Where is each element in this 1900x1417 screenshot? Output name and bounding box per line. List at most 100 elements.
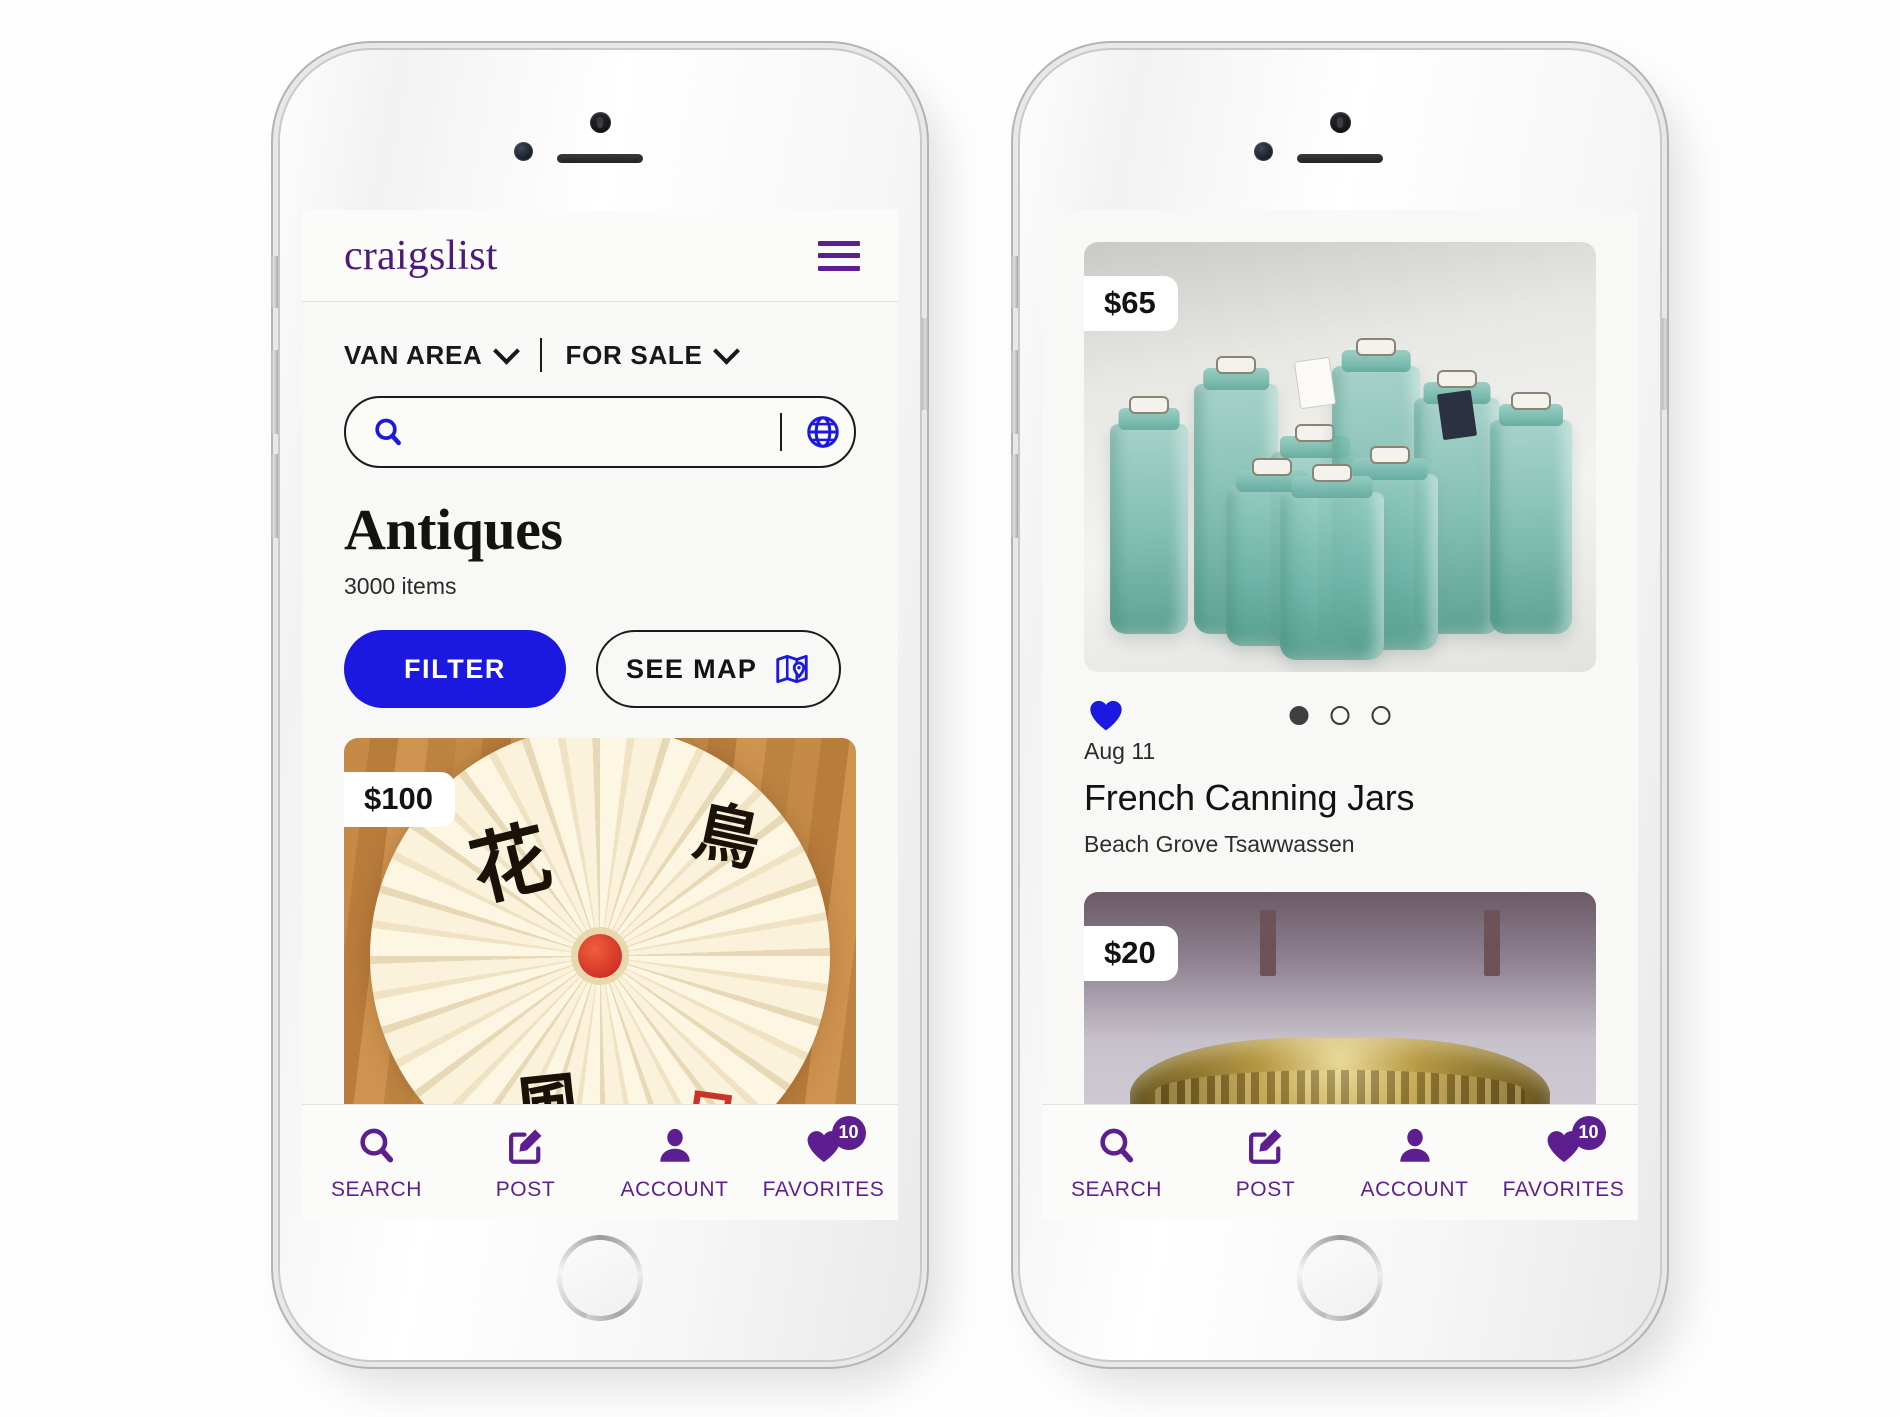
- screen-listing-index: craigslist VAN AREA FOR SALE Antiques 30…: [302, 210, 898, 1220]
- tab-search[interactable]: SEARCH: [302, 1124, 451, 1202]
- power-button[interactable]: [1662, 318, 1669, 410]
- price-tag: [1436, 389, 1478, 441]
- bottom-tab-bar: SEARCH POST ACCOUNT 10 FAVORITES: [302, 1104, 898, 1220]
- tab-search[interactable]: SEARCH: [1042, 1124, 1191, 1202]
- search-divider: [780, 413, 782, 451]
- filter-breadcrumb: VAN AREA FOR SALE: [302, 302, 898, 372]
- calligraphy-mark: 花: [462, 812, 560, 917]
- map-pin-icon: [776, 654, 809, 684]
- volume-down-button[interactable]: [1011, 454, 1018, 538]
- compose-icon: [1245, 1124, 1287, 1168]
- action-row: FILTER SEE MAP: [302, 600, 898, 708]
- listing-card[interactable]: $100 花 鳥 風 月: [344, 738, 856, 1158]
- earpiece-speaker: [1297, 154, 1383, 163]
- earpiece-speaker: [557, 154, 643, 163]
- location-selector[interactable]: VAN AREA: [344, 337, 520, 371]
- heart-icon: 10: [1542, 1115, 1606, 1168]
- tab-label: ACCOUNT: [620, 1177, 729, 1201]
- proximity-sensor-icon: [590, 112, 611, 133]
- screenshot-stage: craigslist VAN AREA FOR SALE Antiques 30…: [0, 0, 1900, 1417]
- search-input[interactable]: [404, 418, 772, 446]
- search-icon: [1096, 1124, 1138, 1168]
- hamburger-icon[interactable]: [818, 240, 860, 271]
- home-button[interactable]: [554, 1232, 646, 1324]
- carousel-dot[interactable]: [1371, 705, 1391, 725]
- price-badge: $20: [1084, 926, 1178, 981]
- front-camera-icon: [514, 142, 533, 161]
- bottom-tab-bar: SEARCH POST ACCOUNT 10 FAVORITES: [1042, 1104, 1638, 1220]
- tab-account[interactable]: ACCOUNT: [600, 1124, 749, 1202]
- power-button[interactable]: [922, 318, 929, 410]
- paper-tag: [1294, 357, 1336, 409]
- price-badge: $65: [1084, 276, 1178, 331]
- tab-label: SEARCH: [1070, 1177, 1163, 1201]
- listing-title[interactable]: French Canning Jars: [1084, 765, 1596, 819]
- front-camera-icon: [1254, 142, 1273, 161]
- home-button-face: [562, 1240, 638, 1316]
- silent-switch[interactable]: [271, 256, 278, 308]
- home-button[interactable]: [1294, 1232, 1386, 1324]
- home-button-ring: [557, 1235, 643, 1321]
- hamburger-line: [818, 265, 860, 271]
- tab-label: FAVORITES: [762, 1177, 885, 1201]
- search-section: [302, 372, 898, 468]
- tab-label: ACCOUNT: [1360, 1177, 1469, 1201]
- favorite-heart-icon[interactable]: [1084, 695, 1128, 735]
- listing-image[interactable]: $65: [1084, 242, 1596, 672]
- chevron-down-icon: [712, 337, 740, 365]
- breadcrumb-divider: [539, 338, 542, 372]
- see-map-button[interactable]: SEE MAP: [596, 630, 842, 708]
- tab-post[interactable]: POST: [451, 1124, 600, 1202]
- favorites-badge: 10: [1571, 1115, 1606, 1150]
- listing-card[interactable]: $65: [1084, 242, 1596, 672]
- hamburger-line: [818, 240, 860, 246]
- calligraphy-mark: 鳥: [687, 794, 767, 881]
- table-leg: [1484, 910, 1500, 976]
- proximity-sensor-icon: [1330, 112, 1351, 133]
- person-icon: [1394, 1124, 1436, 1168]
- tab-favorites[interactable]: 10 FAVORITES: [1489, 1115, 1638, 1202]
- app-header: craigslist: [302, 210, 898, 302]
- fan-hub: [578, 934, 622, 979]
- phone-device-left: craigslist VAN AREA FOR SALE Antiques 30…: [271, 50, 929, 1360]
- volume-down-button[interactable]: [271, 454, 278, 538]
- globe-icon[interactable]: [804, 413, 842, 451]
- home-button-ring: [1297, 1235, 1383, 1321]
- volume-up-button[interactable]: [271, 350, 278, 434]
- silent-switch[interactable]: [1011, 256, 1018, 308]
- person-icon: [654, 1124, 696, 1168]
- tab-post[interactable]: POST: [1191, 1124, 1340, 1202]
- screen-listing-feed: $65 Aug 11 French Canning Jars Beach Gro…: [1042, 210, 1638, 1220]
- favorites-badge: 10: [831, 1115, 866, 1150]
- carousel-dot[interactable]: [1330, 705, 1350, 725]
- tab-label: POST: [495, 1177, 556, 1201]
- listing-meta-row: [1084, 672, 1596, 734]
- category-label: FOR SALE: [565, 339, 703, 370]
- phone-device-right: $65 Aug 11 French Canning Jars Beach Gro…: [1011, 50, 1669, 1360]
- listing-detail: Aug 11 French Canning Jars Beach Grove T…: [1042, 672, 1638, 858]
- tab-favorites[interactable]: 10 FAVORITES: [749, 1115, 898, 1202]
- carousel-dot-active[interactable]: [1289, 705, 1309, 725]
- category-selector[interactable]: FOR SALE: [565, 337, 740, 371]
- volume-up-button[interactable]: [1011, 350, 1018, 434]
- tab-label: POST: [1235, 1177, 1296, 1201]
- filter-button[interactable]: FILTER: [344, 630, 566, 708]
- home-button-face: [1302, 1240, 1378, 1316]
- craigslist-logo[interactable]: craigslist: [344, 232, 498, 280]
- heart-icon: 10: [802, 1115, 866, 1168]
- tab-label: FAVORITES: [1502, 1177, 1625, 1201]
- search-icon: [356, 1124, 398, 1168]
- tab-account[interactable]: ACCOUNT: [1340, 1124, 1489, 1202]
- page-title: Antiques: [344, 497, 563, 562]
- item-count: 3000 items: [344, 573, 457, 599]
- jar: [1110, 424, 1188, 634]
- table-leg: [1260, 910, 1276, 976]
- jar: [1280, 492, 1384, 660]
- listing-image[interactable]: $100 花 鳥 風 月: [344, 738, 856, 1158]
- hamburger-line: [818, 253, 860, 258]
- search-bar[interactable]: [344, 396, 856, 468]
- tab-label: SEARCH: [330, 1177, 423, 1201]
- carousel-dots[interactable]: [1289, 705, 1391, 725]
- chevron-down-icon: [492, 337, 520, 365]
- jar: [1490, 420, 1572, 634]
